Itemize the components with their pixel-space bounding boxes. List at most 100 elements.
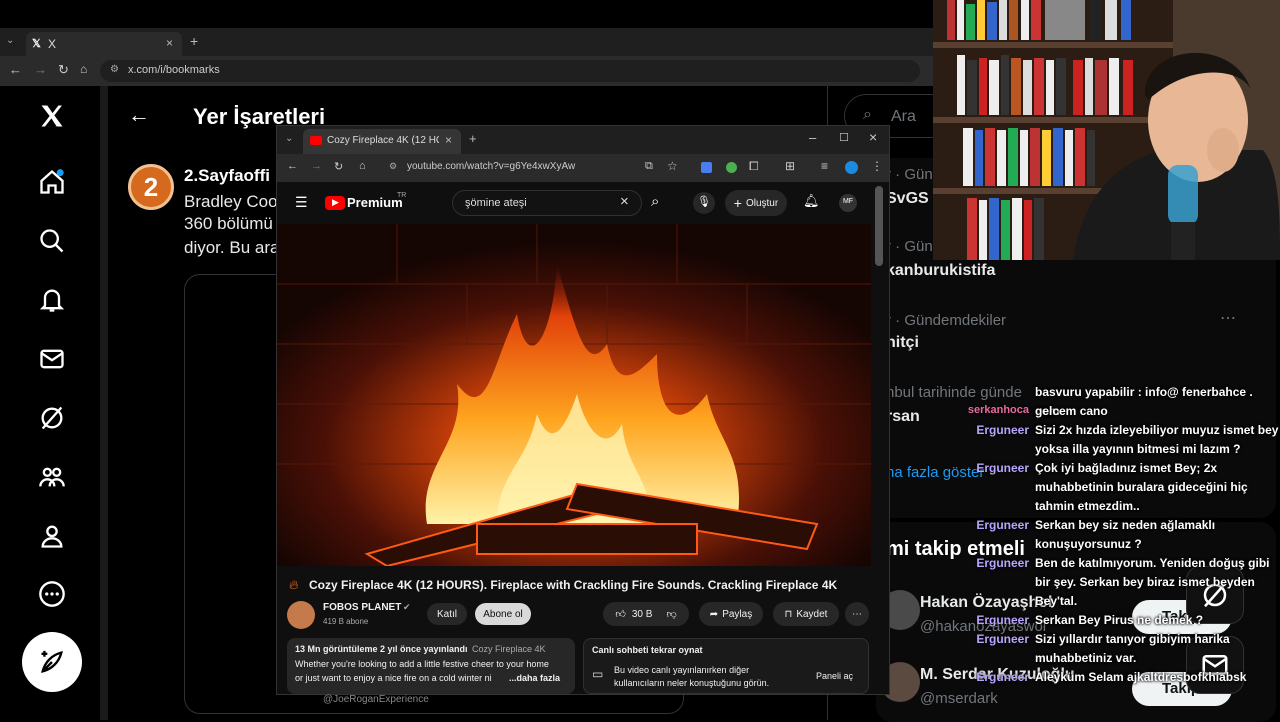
yt-logo-text[interactable]: Premium	[347, 195, 403, 210]
like-count[interactable]: 30 B	[632, 609, 653, 620]
webcam-overlay	[933, 0, 1280, 260]
microphone-icon[interactable]: 🎙	[693, 192, 715, 214]
new-tab-icon[interactable]: +	[190, 33, 198, 49]
browser-menu-icon[interactable]: ⋮	[871, 159, 883, 173]
search-nav-icon[interactable]	[32, 221, 72, 261]
create-button[interactable]: + Oluştur	[725, 190, 787, 216]
chat-username: Erguneer	[976, 423, 1029, 437]
back-icon[interactable]: ←	[9, 62, 22, 77]
trend-title[interactable]: SvGS	[886, 190, 929, 208]
sidebar-divider	[100, 86, 108, 720]
trend-title[interactable]: kanburukistifa	[886, 262, 995, 280]
chat-message: bir şey. Serkan bey biraz ismet beyden	[1035, 573, 1280, 592]
back-arrow-icon[interactable]: ←	[128, 102, 150, 128]
youtube-favicon-icon	[310, 136, 322, 145]
avatar[interactable]: 2	[128, 164, 174, 210]
hamburger-menu-icon[interactable]: ☰	[295, 194, 308, 211]
yt-tab[interactable]: Cozy Fireplace 4K (12 HOUR ×	[303, 129, 461, 154]
description-line2: or just want to enjoy a nice fire on a c…	[295, 673, 492, 683]
chat-text: muhabbetinin buralara gideceğini hiç	[1035, 480, 1248, 494]
video-title: Cozy Fireplace 4K (12 HOURS). Fireplace …	[309, 578, 838, 592]
green-ext-icon[interactable]	[726, 162, 737, 173]
grok-nav-icon[interactable]	[32, 398, 72, 438]
account-avatar-icon[interactable]: MF	[839, 194, 857, 212]
video-player[interactable]	[277, 224, 871, 566]
tab-list-icon[interactable]: ⌄	[6, 35, 14, 46]
tab-search-icon[interactable]: ⊞	[785, 159, 795, 173]
profile-nav-icon[interactable]	[32, 516, 72, 556]
yt-scrollbar[interactable]	[875, 186, 883, 266]
save-button[interactable]: ⊓ Kaydet	[773, 602, 839, 626]
open-panel-button[interactable]: Paneli aç	[816, 671, 853, 681]
maximize-icon[interactable]: ☐	[839, 131, 849, 144]
share-icon: ➦	[709, 608, 719, 620]
profile-avatar-icon[interactable]	[845, 161, 858, 174]
post-author[interactable]: 2.Sayfaoffi	[184, 166, 270, 186]
home-icon[interactable]: ⌂	[80, 62, 87, 76]
like-icon[interactable]: 👍︎	[615, 608, 625, 620]
chat-message: muhabbetiniz var.	[1035, 649, 1280, 668]
trend-more-icon[interactable]: ⋯	[1220, 308, 1236, 328]
chat-text: Aleyküm Selam ajkaltdresbofkhiabsk	[1035, 670, 1247, 684]
bookmark-icon: ⊓	[784, 608, 793, 620]
description-box[interactable]: 13 Mn görüntüleme 2 yıl önce yayınlandı …	[287, 638, 575, 694]
close-tab-icon[interactable]: ×	[445, 133, 452, 147]
messages-nav-icon[interactable]	[32, 339, 72, 379]
chat-text: Çok iyi bağladınız ismet Bey; 2x	[1035, 461, 1218, 475]
close-window-icon[interactable]: ×	[869, 129, 877, 145]
subscribe-button[interactable]: Abone ol	[475, 603, 531, 625]
yt-address-bar: ← → ↻ ⌂ ⚙ youtube.com/watch?v=g6Ye4xwXyA…	[277, 154, 889, 182]
description-tag[interactable]: Cozy Fireplace 4K	[472, 644, 546, 654]
reload-icon[interactable]: ↻	[334, 160, 343, 173]
close-tab-icon[interactable]: ×	[166, 36, 173, 50]
post-compose-button[interactable]	[22, 632, 82, 692]
forward-icon[interactable]: →	[311, 160, 322, 172]
streamer-webcam-image	[933, 0, 1280, 260]
yt-search-input[interactable]: şömine ateşi	[452, 190, 642, 216]
search-icon[interactable]: ⌕	[651, 193, 659, 210]
chat-message: Sizi yıllardır tanıyor gibiyim harika	[1035, 630, 1280, 649]
media-icon[interactable]: ≡	[821, 159, 828, 173]
translate-ext-icon[interactable]	[701, 162, 712, 173]
channel-name[interactable]: FOBOS PLANET	[323, 602, 401, 613]
x-logo-icon[interactable]	[32, 96, 72, 136]
clear-search-icon[interactable]: ×	[620, 193, 629, 210]
post-text-line3: diyor. Bu ara	[184, 238, 280, 257]
trend-title[interactable]: nitçi	[886, 334, 919, 352]
back-icon[interactable]: ←	[287, 160, 298, 172]
share-button[interactable]: ➦ Paylaş	[699, 602, 763, 626]
live-chat-text2: kullanıcıların neler konuştuğunu görün.	[614, 678, 770, 688]
yt-url-field[interactable]: youtube.com/watch?v=g6Ye4xwXyAw	[407, 158, 697, 178]
extensions-icon[interactable]: ⧠	[749, 159, 759, 174]
youtube-window: ⌄ Cozy Fireplace 4K (12 HOUR × + – ☐ × ←…	[276, 125, 890, 695]
more-nav-icon[interactable]	[32, 574, 72, 614]
install-icon[interactable]: ⧉	[645, 160, 653, 173]
description-more-link[interactable]: ...daha fazla	[509, 673, 560, 683]
forward-icon[interactable]: →	[34, 62, 47, 77]
chat-text: muhabbetiniz var.	[1035, 651, 1137, 665]
site-info-icon[interactable]: ⚙	[110, 64, 119, 75]
notifications-nav-icon[interactable]	[32, 280, 72, 320]
home-icon[interactable]: ⌂	[359, 160, 366, 172]
reload-icon[interactable]: ↻	[58, 62, 69, 78]
tab-list-icon[interactable]: ⌄	[285, 133, 293, 144]
chat-message: Serkan Bey Pirus ne demek ?	[1035, 611, 1280, 630]
dislike-icon[interactable]: 👎︎	[666, 608, 676, 620]
outer-url-text: x.com/i/bookmarks	[128, 64, 220, 76]
channel-avatar[interactable]	[287, 601, 315, 629]
trend-meta: r · Gündemdekiler	[886, 312, 1007, 329]
notifications-bell-icon[interactable]: 🔔︎	[803, 193, 820, 209]
more-actions-button[interactable]: ⋯	[845, 602, 869, 626]
site-info-icon[interactable]: ⚙	[389, 161, 397, 172]
chat-username: Erguneer	[976, 632, 1029, 646]
outer-url-field[interactable]: ⚙ x.com/i/bookmarks	[100, 60, 920, 82]
home-nav-icon[interactable]	[32, 162, 72, 202]
join-button[interactable]: Katıl	[427, 603, 467, 625]
minimize-icon[interactable]: –	[809, 130, 816, 145]
new-tab-icon[interactable]: +	[469, 131, 477, 146]
trend-title[interactable]: rsan	[886, 408, 920, 426]
bookmark-star-icon[interactable]: ☆	[667, 159, 678, 173]
communities-nav-icon[interactable]	[32, 457, 72, 497]
outer-tab[interactable]: 𝕏 X ×	[26, 32, 182, 56]
chat-text: Bey'tal.	[1035, 594, 1078, 608]
